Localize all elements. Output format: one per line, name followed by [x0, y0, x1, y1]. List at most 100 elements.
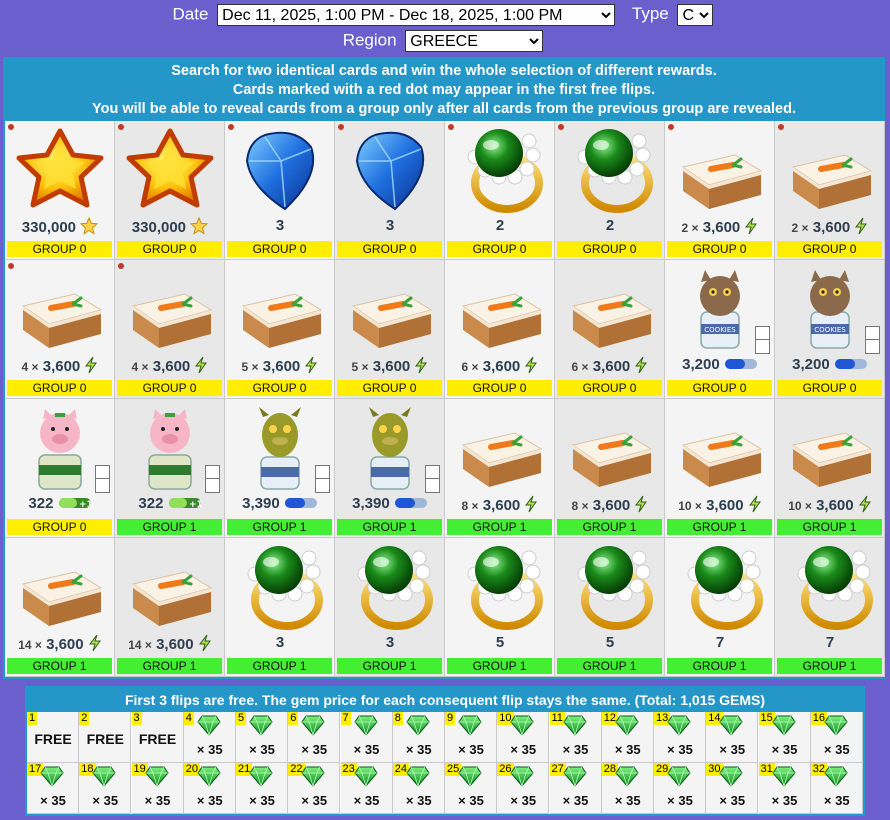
- card[interactable]: 2 × 3,600 GROUP 0: [775, 121, 885, 260]
- bolt-icon: [88, 634, 102, 653]
- card[interactable]: 14 × 3,600 GROUP 1: [115, 538, 225, 677]
- card[interactable]: 8 × 3,600 GROUP 1: [445, 399, 555, 538]
- flip-free-label: FREE: [86, 731, 124, 747]
- card[interactable]: 2 GROUP 0: [555, 121, 665, 260]
- flip-cell: 6 × 35: [288, 712, 341, 763]
- cards-panel: Search for two identical cards and win t…: [3, 57, 885, 679]
- card[interactable]: 6 × 3,600 GROUP 0: [445, 260, 555, 399]
- instruction-line: Search for two identical cards and win t…: [171, 62, 717, 79]
- flip-cell: 4 × 35: [183, 712, 236, 763]
- group-badge: GROUP 0: [337, 241, 442, 257]
- flip-price: × 35: [405, 793, 432, 808]
- flip-price: × 35: [771, 742, 798, 757]
- card[interactable]: 10 × 3,600 GROUP 1: [775, 399, 885, 538]
- filter-row-region: Region GREECE: [0, 30, 890, 52]
- flip-cell: 19 × 35: [131, 763, 184, 814]
- instructions-header: Search for two identical cards and win t…: [5, 59, 883, 121]
- card-amount: 3,390: [242, 495, 280, 512]
- card-value: 14 × 3,600: [5, 634, 115, 653]
- group-badge: GROUP 1: [667, 519, 772, 535]
- group-badge: GROUP 1: [667, 658, 772, 674]
- flip-cell: 9 × 35: [445, 712, 497, 763]
- card-amount: 3,600: [592, 358, 631, 375]
- pill-icon: [724, 356, 758, 373]
- flip-price: × 35: [196, 742, 223, 757]
- cake-icon: [5, 264, 115, 354]
- flip-cell: 27 × 35: [549, 763, 602, 814]
- card[interactable]: 3,390 GROUP 1: [225, 399, 335, 538]
- card[interactable]: 5 GROUP 1: [445, 538, 555, 677]
- cake-icon: [115, 542, 225, 632]
- card-amount: 5: [495, 634, 505, 651]
- flip-cell: 7 × 35: [340, 712, 393, 763]
- cake-icon: [445, 403, 555, 493]
- region-select[interactable]: GREECE: [405, 30, 544, 52]
- card-multiplier: 8 ×: [461, 499, 479, 513]
- card-amount: 3: [385, 634, 395, 651]
- card[interactable]: 5 GROUP 1: [555, 538, 665, 677]
- bolt-icon: [194, 356, 208, 375]
- card[interactable]: 8 × 3,600 GROUP 1: [555, 399, 665, 538]
- flip-price: × 35: [719, 793, 746, 808]
- flip-number: 8: [392, 712, 403, 725]
- card-multiplier: 5 ×: [241, 360, 259, 374]
- card-amount: 3: [385, 217, 395, 234]
- card[interactable]: 7 GROUP 1: [665, 538, 775, 677]
- card[interactable]: 3 GROUP 0: [335, 121, 445, 260]
- card[interactable]: 7 GROUP 1: [775, 538, 885, 677]
- card[interactable]: 5 × 3,600 GROUP 0: [335, 260, 445, 399]
- type-label: Type: [631, 4, 669, 24]
- pill-icon: [394, 495, 428, 512]
- card-value: 322 +1: [5, 495, 115, 512]
- stack-box-icon: [315, 465, 330, 493]
- group-badge: GROUP 1: [777, 519, 882, 535]
- card[interactable]: COOKIES 3,200 GROUP 0: [665, 260, 775, 399]
- card[interactable]: 4 × 3,600 GROUP 0: [5, 260, 115, 399]
- group-badge: GROUP 1: [227, 519, 332, 535]
- flip-cell: 25 × 35: [445, 763, 497, 814]
- type-select[interactable]: C: [677, 4, 714, 26]
- group-badge: GROUP 1: [337, 519, 442, 535]
- flip-cell: 28 × 35: [601, 763, 654, 814]
- card-amount: 3: [275, 634, 285, 651]
- stack-box-icon: [205, 465, 220, 493]
- flip-cell: 1 FREE: [27, 712, 79, 763]
- card[interactable]: 330,000 GROUP 0: [5, 121, 115, 260]
- flip-price: × 35: [144, 793, 171, 808]
- card-multiplier: 10 ×: [788, 499, 812, 513]
- card[interactable]: 3 GROUP 1: [225, 538, 335, 677]
- card[interactable]: 3,390 GROUP 1: [335, 399, 445, 538]
- cake-icon: [225, 264, 335, 354]
- flips-panel: First 3 flips are free. The gem price fo…: [25, 686, 865, 816]
- svg-text:+1: +1: [189, 500, 202, 510]
- card-multiplier: 10 ×: [678, 499, 702, 513]
- card[interactable]: 6 × 3,600 GROUP 0: [555, 260, 665, 399]
- card[interactable]: COOKIES 3,200 GROUP 0: [775, 260, 885, 399]
- flip-price: × 35: [40, 793, 66, 808]
- flip-price: × 35: [92, 793, 119, 808]
- group-badge: GROUP 0: [227, 380, 332, 396]
- card[interactable]: 2 GROUP 0: [445, 121, 555, 260]
- card[interactable]: 14 × 3,600 GROUP 1: [5, 538, 115, 677]
- card[interactable]: 4 × 3,600 GROUP 0: [115, 260, 225, 399]
- card[interactable]: 2 × 3,600 GROUP 0: [665, 121, 775, 260]
- bolt-icon: [304, 356, 318, 375]
- date-select[interactable]: Dec 11, 2025, 1:00 PM - Dec 18, 2025, 1:…: [217, 4, 616, 26]
- flip-price: × 35: [719, 742, 746, 757]
- flip-price: × 35: [510, 742, 537, 757]
- card[interactable]: 322 +1 GROUP 0: [5, 399, 115, 538]
- card[interactable]: 322 +1 GROUP 1: [115, 399, 225, 538]
- card[interactable]: 5 × 3,600 GROUP 0: [225, 260, 335, 399]
- ring-icon: [775, 542, 885, 632]
- cake-icon: [445, 264, 555, 354]
- card[interactable]: 10 × 3,600 GROUP 1: [665, 399, 775, 538]
- cake-icon: [5, 542, 115, 632]
- card[interactable]: 330,000 GROUP 0: [115, 121, 225, 260]
- group-badge: GROUP 0: [557, 380, 662, 396]
- card[interactable]: 3 GROUP 0: [225, 121, 335, 260]
- flip-cell: 18 × 35: [79, 763, 132, 814]
- ring-icon: [445, 542, 555, 632]
- cake-icon: [115, 264, 225, 354]
- card[interactable]: 3 GROUP 1: [335, 538, 445, 677]
- flip-number: 4: [183, 712, 194, 725]
